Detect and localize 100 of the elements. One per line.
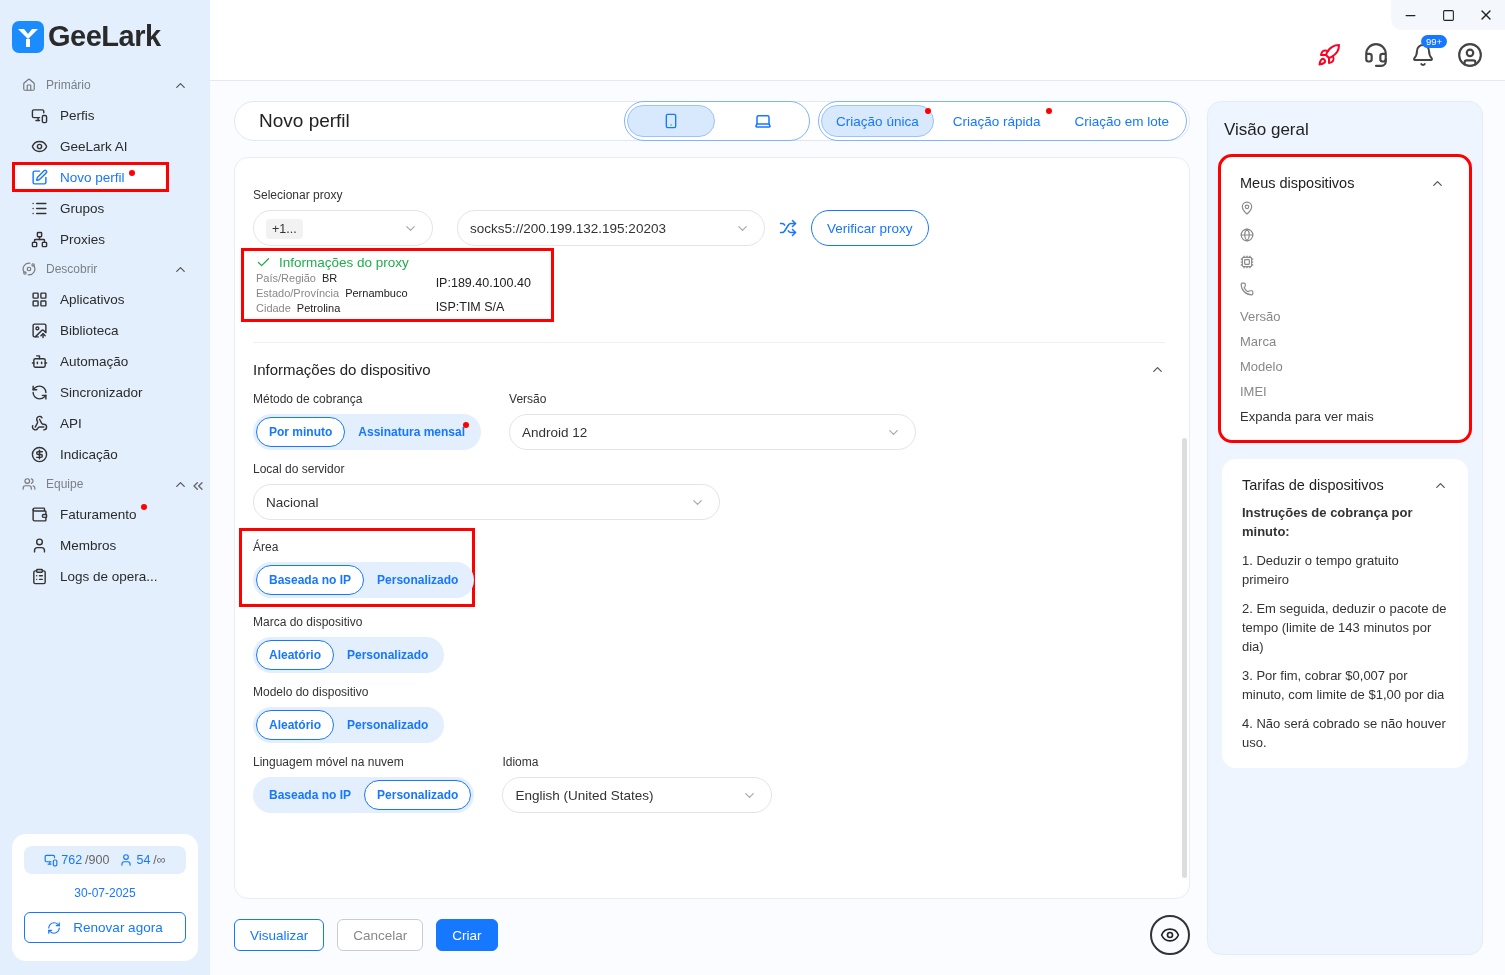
expand-hint: Expanda para ver mais bbox=[1240, 409, 1375, 424]
segment-option[interactable]: Personalizado bbox=[364, 780, 472, 810]
phone-icon bbox=[1240, 282, 1254, 296]
home-icon bbox=[22, 78, 36, 92]
nav-item[interactable]: GeeLark AI bbox=[12, 131, 198, 161]
field-label: Marca do dispositivo bbox=[253, 615, 364, 629]
nav-item[interactable]: Biblioteca bbox=[12, 315, 198, 345]
headset-icon[interactable] bbox=[1363, 42, 1389, 68]
info-value: BR bbox=[321, 272, 338, 284]
dollar-icon bbox=[31, 445, 48, 463]
segment-option[interactable]: Aleatório bbox=[256, 710, 334, 740]
info-label: País/Região bbox=[256, 272, 316, 284]
segment-option[interactable]: Personalizado bbox=[334, 640, 442, 670]
nav-item[interactable]: Grupos bbox=[12, 193, 198, 223]
verify-proxy-button[interactable]: Verificar proxy bbox=[811, 210, 929, 246]
creation-tab[interactable]: Criação única bbox=[821, 105, 934, 137]
devices-icon bbox=[44, 853, 59, 867]
clipboard-icon bbox=[31, 567, 48, 585]
chip-icon bbox=[1240, 255, 1254, 269]
proxy-type-select[interactable]: +1... bbox=[253, 210, 433, 246]
device-count: 762 /900 bbox=[44, 853, 110, 867]
scrollbar[interactable] bbox=[1182, 438, 1187, 878]
segment-option[interactable]: Por minuto bbox=[256, 417, 346, 447]
nav-item[interactable]: Automação bbox=[12, 346, 198, 376]
fee-instruction: 4. Não será cobrado se não houver uso. bbox=[1242, 715, 1447, 752]
location-pin-icon bbox=[1240, 201, 1254, 215]
renew-button[interactable]: Renovar agora bbox=[24, 912, 186, 943]
account-icon[interactable] bbox=[1457, 42, 1483, 68]
proxy-info-title: Informações do proxy bbox=[279, 255, 409, 270]
server-select[interactable]: Nacional bbox=[253, 484, 720, 520]
segment-option[interactable]: Baseada no IP bbox=[256, 565, 365, 595]
device-property: Versão bbox=[1240, 309, 1282, 324]
creation-tab[interactable]: Criação rápida bbox=[937, 105, 1056, 137]
field-label: Área bbox=[253, 540, 280, 554]
planet-icon bbox=[22, 262, 36, 276]
maximize-icon[interactable] bbox=[1441, 8, 1455, 22]
nav-item[interactable]: Logs de opera... bbox=[12, 561, 198, 591]
card-title: Tarifas de dispositivos bbox=[1242, 477, 1384, 493]
field-label: Idioma bbox=[502, 755, 540, 769]
nav-item[interactable]: Sincronizador bbox=[12, 377, 198, 407]
users-icon bbox=[22, 477, 36, 491]
page-title: Novo perfil bbox=[259, 110, 351, 132]
device-property: IMEI bbox=[1240, 384, 1268, 399]
panel-title: Visão geral bbox=[1223, 120, 1310, 140]
logo-text: GeeLark bbox=[48, 20, 161, 53]
laptop-icon bbox=[754, 112, 773, 130]
nav-item[interactable]: Perfis bbox=[12, 100, 198, 130]
shuffle-icon[interactable] bbox=[779, 219, 797, 237]
edit-icon bbox=[31, 168, 48, 186]
field-label: Método de cobrança bbox=[253, 392, 364, 406]
nav-item[interactable]: Faturamento bbox=[12, 499, 198, 529]
globe-icon bbox=[1240, 228, 1254, 242]
version-select[interactable]: Android 12 bbox=[509, 414, 917, 450]
action-button[interactable]: Cancelar bbox=[337, 919, 424, 951]
info-value: Pernambuco bbox=[345, 287, 408, 299]
sync-icon bbox=[31, 383, 48, 401]
section-title: Primário bbox=[46, 78, 92, 92]
segment-option[interactable]: Personalizado bbox=[334, 710, 442, 740]
field-label: Linguagem móvel na nuvem bbox=[253, 755, 405, 769]
segment-option[interactable]: Personalizado bbox=[364, 565, 472, 595]
action-button[interactable]: Criar bbox=[436, 919, 498, 951]
devices-icon bbox=[31, 106, 48, 124]
assistant-button[interactable] bbox=[1150, 915, 1190, 955]
device-property: Modelo bbox=[1240, 359, 1284, 374]
member-count: 54 /∞ bbox=[119, 853, 166, 867]
segment-option[interactable]: Aleatório bbox=[256, 640, 334, 670]
notification-icon[interactable] bbox=[1411, 43, 1435, 67]
notification-badge: 99+ bbox=[1421, 35, 1448, 48]
network-icon bbox=[31, 230, 48, 248]
wallet-icon bbox=[31, 505, 48, 523]
info-label: Cidade bbox=[256, 302, 291, 314]
webhook-icon bbox=[31, 414, 48, 432]
fee-heading: Instruções de cobrança por minuto: bbox=[1242, 504, 1414, 541]
section-title: Descobrir bbox=[46, 262, 99, 276]
language-select[interactable]: English (United States) bbox=[502, 777, 773, 813]
nav-item[interactable]: Indicação bbox=[12, 439, 198, 469]
fee-instruction: 1. Deduzir o tempo gratuito primeiro bbox=[1242, 552, 1400, 589]
nav-item[interactable]: Membros bbox=[12, 530, 198, 560]
creation-tab[interactable]: Criação em lote bbox=[1059, 105, 1184, 137]
nav-item[interactable]: Proxies bbox=[12, 224, 198, 254]
nav-item[interactable]: API bbox=[12, 408, 198, 438]
proxy-detail: ISP:TIM S/A bbox=[435, 300, 506, 314]
logo-icon bbox=[12, 20, 44, 53]
info-label: Estado/Província bbox=[256, 287, 340, 299]
section-title: Informações do dispositivo bbox=[253, 361, 431, 378]
fee-instruction: 3. Por fim, cobrar $0,007 por minuto, com limite de $1,00 por dia bbox=[1242, 667, 1446, 704]
user-icon bbox=[31, 536, 48, 554]
info-value: Petrolina bbox=[296, 302, 341, 314]
segment-option[interactable]: Baseada no IP bbox=[256, 780, 365, 810]
action-button[interactable]: Visualizar bbox=[234, 919, 325, 951]
field-label: Local do servidor bbox=[253, 462, 346, 476]
nav-item[interactable]: Novo perfil bbox=[12, 162, 169, 192]
user-icon bbox=[119, 853, 134, 867]
image-icon bbox=[31, 321, 48, 339]
rocket-icon[interactable] bbox=[1317, 43, 1341, 67]
nav-item[interactable]: Aplicativos bbox=[12, 284, 198, 314]
proxy-select[interactable]: socks5://200.199.132.195:20203 bbox=[457, 210, 765, 246]
field-label: Selecionar proxy bbox=[253, 188, 344, 202]
segment-option[interactable]: Assinatura mensal bbox=[345, 417, 479, 447]
device-property: Marca bbox=[1240, 334, 1278, 349]
